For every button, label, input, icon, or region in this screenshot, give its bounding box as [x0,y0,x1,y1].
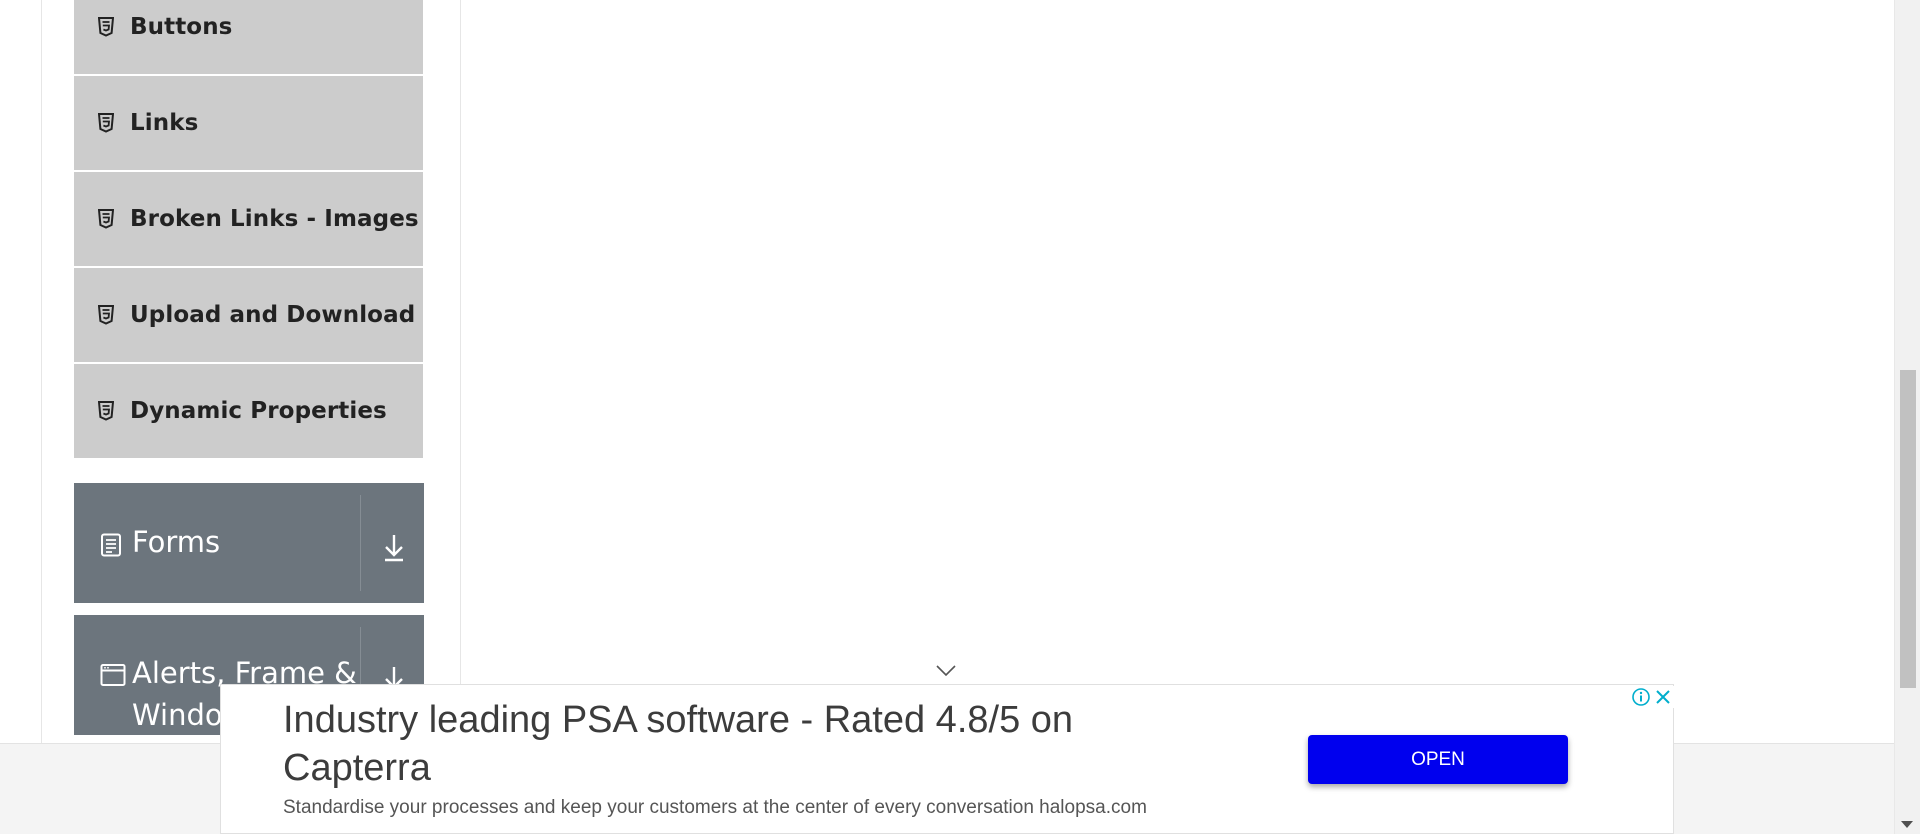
scrollbar-thumb[interactable] [1900,370,1916,688]
vertical-scrollbar[interactable] [1894,0,1920,834]
menu-item-links[interactable]: Links [74,76,423,172]
menu-item-dynamic-properties[interactable]: Dynamic Properties [74,364,423,458]
html5-icon [98,209,116,229]
ad-info-icon[interactable] [1630,686,1652,708]
menu-item-label: Links [130,110,199,136]
browser-window-icon [100,663,126,689]
menu-item-label: Buttons [130,14,233,40]
html5-icon [98,113,116,133]
menu-item-upload-download[interactable]: Upload and Download [74,268,423,364]
group-title: Forms [132,525,221,559]
group-divider [360,495,361,591]
menu-item-label: Upload and Download [130,302,416,328]
menu-item-label: Broken Links - Images [130,206,419,232]
page: Buttons Links Broken Links - Images Uplo… [0,0,1920,834]
html5-icon [98,305,116,325]
ad-collapse-chevron-icon[interactable] [936,664,956,678]
html5-icon [98,17,116,37]
ad-close-icon[interactable] [1652,686,1674,708]
form-list-icon [100,533,124,559]
ad-headline[interactable]: Industry leading PSA software - Rated 4.… [283,696,1183,792]
menu-item-buttons[interactable]: Buttons [74,0,423,76]
group-header-forms[interactable]: Forms [74,483,424,603]
download-arrow-icon[interactable] [374,527,414,567]
html5-icon [98,401,116,421]
scroll-down-arrow-icon[interactable] [1901,821,1913,828]
column-divider [460,0,461,744]
menu-item-label: Dynamic Properties [130,398,387,424]
ad-banner[interactable]: Industry leading PSA software - Rated 4.… [220,684,1674,834]
ad-open-button[interactable]: OPEN [1308,735,1568,784]
ad-description[interactable]: Standardise your processes and keep your… [283,797,1147,819]
menu-item-broken-links[interactable]: Broken Links - Images [74,172,423,268]
left-column-border [41,0,42,744]
